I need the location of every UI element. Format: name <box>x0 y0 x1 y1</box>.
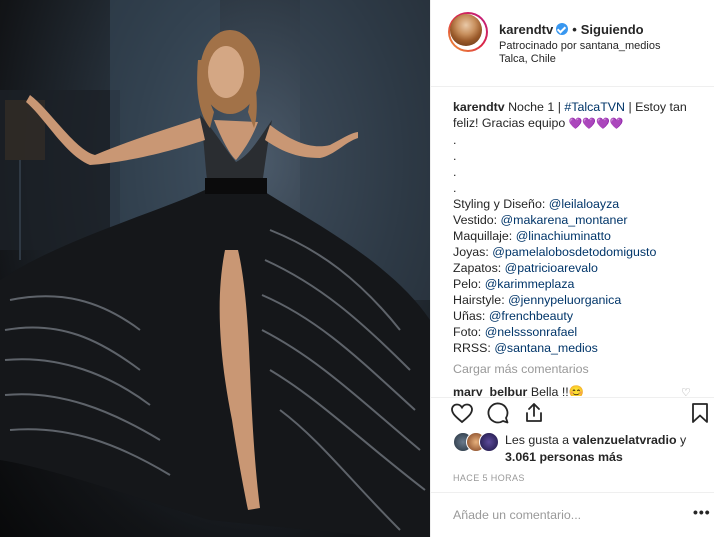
load-more-comments[interactable]: Cargar más comentarios <box>453 362 589 376</box>
hashtag-link[interactable]: #TalcaTVN <box>564 100 625 114</box>
mention-link[interactable]: @karimmeplaza <box>485 277 575 291</box>
separator-dot: • <box>572 22 577 37</box>
mention-link[interactable]: @jennypeluorganica <box>508 293 621 307</box>
hearts-emoji: 💜💜💜💜 <box>568 118 624 130</box>
divider <box>431 86 714 87</box>
likes-text: y <box>679 433 687 447</box>
heart-icon[interactable] <box>449 400 475 426</box>
caption-username[interactable]: karendtv <box>453 100 505 114</box>
credit-line: RRSS: @santana_medios <box>453 341 598 355</box>
location-link[interactable]: Talca, Chile <box>499 53 556 65</box>
caption-text: | Estoy tan <box>628 100 687 114</box>
caption-dot: . <box>453 149 457 163</box>
comment-item: mary_belbur Bella !!😊 <box>453 384 703 396</box>
action-bar <box>431 400 714 430</box>
divider <box>431 397 714 398</box>
comment-icon[interactable] <box>485 400 511 426</box>
caption-dot: . <box>453 181 457 195</box>
post-photo[interactable] <box>0 0 430 537</box>
credit-line: Uñas: @frenchbeauty <box>453 309 574 323</box>
mention-link[interactable]: @leilaloayza <box>549 197 619 211</box>
bookmark-icon[interactable] <box>687 400 713 426</box>
credit-line: Pelo: @karimmeplaza <box>453 277 575 291</box>
credit-line: Joyas: @pamelalobosdetodomigusto <box>453 245 657 259</box>
comment-text: Bella !!😊 <box>530 385 585 396</box>
timestamp[interactable]: HACE 5 HORAS <box>453 473 525 483</box>
credit-line: Maquillaje: @linachiuminatto <box>453 229 611 243</box>
verified-badge-icon <box>556 23 569 35</box>
caption: karendtv Noche 1 | #TalcaTVN | Estoy tan… <box>453 99 703 356</box>
credit-line: Styling y Diseño: @leilaloayza <box>453 197 620 211</box>
caption-dot: . <box>453 165 457 179</box>
options-icon[interactable]: ••• <box>693 504 711 520</box>
credit-line: Zapatos: @patricioarevalo <box>453 261 598 275</box>
credit-line: Vestido: @makarena_montaner <box>453 213 628 227</box>
credit-line: Foto: @nelsssonrafael <box>453 325 578 339</box>
caption-text: feliz! Gracias equipo <box>453 116 566 130</box>
likes-summary: Les gusta a valenzuelatvradio y 3.061 pe… <box>453 432 713 466</box>
photo-illustration <box>0 0 430 537</box>
divider <box>431 492 714 493</box>
avatar <box>479 432 499 452</box>
post-header: karendtv • Siguiendo Patrocinado por santa… <box>431 0 714 86</box>
likes-text: Les gusta a <box>505 433 570 447</box>
avatar[interactable] <box>448 12 488 52</box>
follow-button[interactable]: Siguiendo <box>581 22 644 37</box>
likes-count[interactable]: 3.061 personas más <box>505 450 623 464</box>
credit-line: Hairstyle: @jennypeluorganica <box>453 293 622 307</box>
sponsored-label[interactable]: Patrocinado por santana_medios <box>499 40 660 52</box>
caption-dot: . <box>453 133 457 147</box>
header-line: karendtv • Siguiendo <box>499 22 644 37</box>
mention-link[interactable]: @nelsssonrafael <box>485 325 577 339</box>
liker-username[interactable]: valenzuelatvradio <box>573 433 677 447</box>
mention-link[interactable]: @frenchbeauty <box>489 309 573 323</box>
instagram-post: karendtv • Siguiendo Patrocinado por santa… <box>0 0 714 537</box>
comment-username[interactable]: mary_belbur <box>453 385 527 396</box>
mention-link[interactable]: @santana_medios <box>494 341 598 355</box>
username-link[interactable]: karendtv <box>499 22 553 37</box>
likers-avatars[interactable] <box>453 432 509 452</box>
share-icon[interactable] <box>521 400 547 426</box>
post-sidebar: karendtv • Siguiendo Patrocinado por santa… <box>430 0 714 537</box>
add-comment-input[interactable]: Añade un comentario... <box>453 508 581 522</box>
mention-link[interactable]: @linachiuminatto <box>516 229 611 243</box>
mention-link[interactable]: @makarena_montaner <box>501 213 628 227</box>
caption-text: Noche 1 | <box>508 100 561 114</box>
mention-link[interactable]: @pamelalobosdetodomigusto <box>492 245 656 259</box>
mention-link[interactable]: @patricioarevalo <box>505 261 598 275</box>
